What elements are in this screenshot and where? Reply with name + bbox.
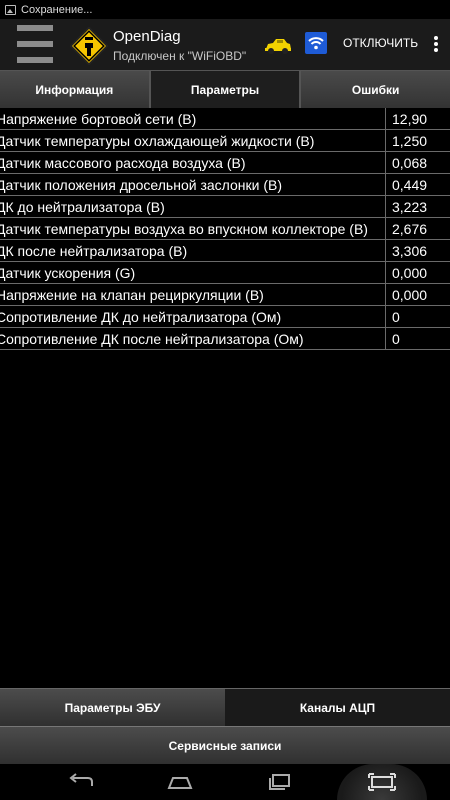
table-row[interactable]: Сопротивление ДК до нейтрализатора (Ом) 0 — [0, 306, 450, 328]
app-title: OpenDiag — [113, 28, 181, 45]
action-bar: OpenDiag Подключен к "WiFiOBD" ОТКЛЮЧИТЬ — [0, 19, 450, 70]
wifi-icon — [305, 32, 327, 54]
navigation-bar — [0, 764, 450, 800]
back-icon[interactable] — [66, 772, 96, 792]
tab-ecu-params[interactable]: Параметры ЭБУ — [0, 688, 225, 726]
tab-info[interactable]: Информация — [0, 71, 149, 108]
param-name: Напряжение бортовой сети (В) — [0, 108, 386, 129]
service-records-button[interactable]: Сервисные записи — [0, 726, 450, 764]
status-bar: Сохранение... — [0, 0, 450, 19]
home-icon[interactable] — [165, 772, 195, 792]
param-value: 3,306 — [392, 242, 428, 259]
table-row[interactable]: Напряжение на клапан рециркуляции (В) 0,0… — [0, 284, 450, 306]
disconnect-button[interactable]: ОТКЛЮЧИТЬ — [343, 36, 418, 50]
menu-icon[interactable] — [17, 25, 53, 63]
param-value: 2,676 — [392, 220, 428, 237]
param-value: 0,449 — [392, 176, 428, 193]
param-value: 0,068 — [392, 154, 428, 171]
table-row[interactable]: Датчик температуры воздуха во впускном к… — [0, 218, 450, 240]
param-name: Сопротивление ДК до нейтрализатора (Ом) — [0, 306, 386, 327]
param-value: 12,90 — [392, 110, 428, 127]
table-row[interactable]: Напряжение бортовой сети (В) 12,90 — [0, 108, 450, 130]
param-name: Сопротивление ДК после нейтрализатора (О… — [0, 328, 386, 349]
app-logo-icon — [70, 27, 108, 65]
overflow-menu-icon[interactable] — [430, 36, 442, 52]
param-value: 0,000 — [392, 264, 428, 281]
table-row[interactable]: Датчик массового расхода воздуха (В) 0,06… — [0, 152, 450, 174]
param-name: Напряжение на клапан рециркуляции (В) — [0, 284, 386, 305]
bottom-tabs: Параметры ЭБУ Каналы АЦП — [0, 688, 450, 726]
param-name: Датчик массового расхода воздуха (В) — [0, 152, 386, 173]
recent-apps-icon[interactable] — [265, 772, 295, 792]
param-value: 0,000 — [392, 286, 428, 303]
image-icon — [5, 4, 16, 15]
param-name: Датчик ускорения (G) — [0, 262, 386, 283]
param-name: ДК после нейтрализатора (В) — [0, 240, 386, 261]
table-row[interactable]: ДК после нейтрализатора (В) 3,306 — [0, 240, 450, 262]
status-text: Сохранение... — [21, 3, 93, 16]
param-name: Датчик температуры охлаждающей жидкости … — [0, 130, 386, 151]
tab-params[interactable]: Параметры — [150, 71, 300, 108]
param-name: ДК до нейтрализатора (В) — [0, 196, 386, 217]
param-name: Датчик температуры воздуха во впускном к… — [0, 218, 386, 239]
table-row[interactable]: Датчик ускорения (G) 0,000 — [0, 262, 450, 284]
tab-errors[interactable]: Ошибки — [301, 71, 450, 108]
params-table: Напряжение бортовой сети (В) 12,90 Датчик… — [0, 108, 450, 350]
table-row[interactable]: Сопротивление ДК после нейтрализатора (О… — [0, 328, 450, 350]
param-value: 1,250 — [392, 132, 428, 149]
param-value: 0 — [392, 330, 400, 347]
table-row[interactable]: Датчик температуры охлаждающей жидкости … — [0, 130, 450, 152]
param-name: Датчик положения дросельной заслонки (В) — [0, 174, 386, 195]
table-row[interactable]: ДК до нейтрализатора (В) 3,223 — [0, 196, 450, 218]
connection-subtitle: Подключен к "WiFiOBD" — [113, 49, 247, 63]
param-value: 0 — [392, 308, 400, 325]
param-value: 3,223 — [392, 198, 428, 215]
car-icon — [265, 39, 291, 54]
top-tabs: Информация Параметры Ошибки — [0, 70, 450, 108]
fullscreen-icon — [368, 773, 396, 791]
tab-adc-channels[interactable]: Каналы АЦП — [225, 688, 450, 726]
table-row[interactable]: Датчик положения дросельной заслонки (В)… — [0, 174, 450, 196]
fullscreen-button[interactable] — [337, 764, 427, 800]
